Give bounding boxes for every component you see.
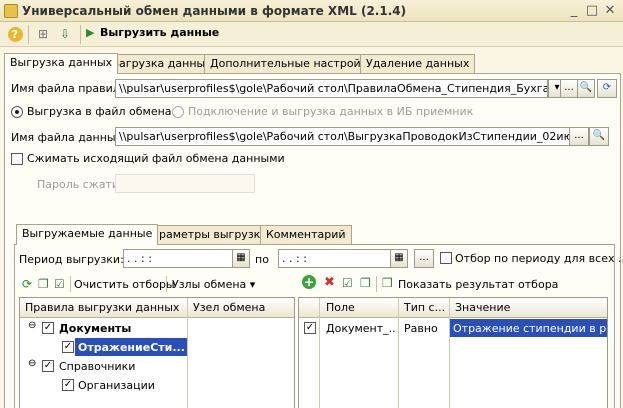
help-icon[interactable]: ? [6,25,24,43]
clear-filters-button[interactable]: Очистить отборы [74,278,175,291]
data-file-label: Имя файла данных: [11,131,126,144]
column-divider [398,298,399,318]
dropdown-arrow-icon: ▾ [249,278,256,291]
maximize-button[interactable]: □ [584,3,600,19]
filter-type-cell: Равно [404,322,438,335]
rules-file-label: Имя файла правил: [11,82,124,95]
download-icon[interactable]: ⇩ [56,25,74,43]
period-from-input[interactable]: . . : : [123,249,233,268]
catalogs-checkbox[interactable]: ✓ [42,360,54,372]
collapse-icon[interactable]: ⊖ [28,320,36,331]
subtab-comment[interactable]: Комментарий [260,225,352,244]
column-header-field[interactable]: Поле [323,298,395,317]
app-icon [4,4,18,18]
documents-checkbox[interactable]: ✓ [42,322,54,334]
tree-item-label: ОтражениеСти... [75,338,187,356]
tree-row-organizations[interactable]: ✓ Организации [20,376,187,394]
filter-field-cell: Документ_... [326,322,397,335]
tab-export[interactable]: Выгрузка данных [4,53,119,74]
rules-file-search-icon[interactable]: 🔍 [577,79,595,98]
period-label: Период выгрузки: [19,253,124,266]
grid-header: Поле Тип с... Значение [299,298,607,318]
delete-icon[interactable]: ✖ [324,275,335,290]
close-button[interactable]: ✕ [602,3,618,19]
subtab-exported-data[interactable]: Выгружаемые данные [16,224,159,245]
column-header-node[interactable]: Узел обмена [190,298,290,317]
separator [70,276,71,292]
grid-header: Правила выгрузки данных Узел обмена [20,298,294,318]
compress-checkbox[interactable] [11,153,23,165]
separator [166,276,167,292]
run-export-button[interactable]: ▶ Выгрузить данные [86,26,219,43]
window-title: Универсальный обмен данными в формате XM… [22,4,407,18]
pin-icon[interactable]: ⊞ [34,25,52,43]
filter-value-cell[interactable]: Отражение стипендии в рег... [450,319,607,337]
column-header-value[interactable]: Значение [452,298,602,317]
separator [80,25,81,44]
tree-item-label: Справочники [59,360,136,373]
compress-label: Сжимать исходящий файл обмена данными [27,152,285,165]
tree-item-label: Организации [78,379,155,392]
exchange-nodes-label: Узлы обмена [172,278,247,291]
tree-row-catalogs[interactable]: ⊖ ✓ Справочники [20,357,187,375]
column-header-rules[interactable]: Правила выгрузки данных [22,298,182,317]
check-icon[interactable]: ☑ [342,276,353,290]
run-export-label: Выгрузить данные [99,26,220,39]
collapse-icon[interactable]: ⊖ [28,358,36,369]
column-divider [187,298,188,318]
period-to-calendar-icon[interactable]: ▦ [390,249,408,268]
export-rules-grid[interactable]: Правила выгрузки данных Узел обмена ⊖ ✓ … [19,297,295,408]
data-file-browse-button[interactable]: ... [569,127,589,146]
password-input[interactable] [115,174,255,193]
separator [376,276,377,292]
organizations-checkbox[interactable]: ✓ [62,379,74,391]
show-result-icon[interactable]: ❒ [382,276,393,290]
exchange-nodes-button[interactable]: Узлы обмена ▾ [172,278,255,291]
period-filter-label: Отбор по периоду для всех ... [455,252,623,265]
export-to-file-radio[interactable] [11,106,23,118]
filter-row-checkbox[interactable]: ✓ [304,322,316,334]
export-to-ib-radio[interactable] [172,106,184,118]
tree-row-selected[interactable]: ✓ ОтражениеСти... [20,338,187,356]
play-icon: ▶ [86,26,95,39]
title-bar: Универсальный обмен данными в формате XM… [0,0,623,22]
period-filter-checkbox[interactable] [440,252,452,264]
column-divider [319,298,320,318]
data-file-input[interactable]: \\pulsar\userprofiles$\gole\Рабочий стол… [115,127,570,146]
rules-file-input[interactable]: \\pulsar\userprofiles$\gole\Рабочий стол… [115,79,548,98]
minimize-button[interactable]: _ [566,3,582,19]
tree-row-documents[interactable]: ⊖ ✓ Документы [20,319,187,337]
show-result-button[interactable]: Показать результат отбора [398,278,558,291]
period-to-label: по [255,253,269,266]
tab-delete[interactable]: Удаление данных [360,54,476,73]
export-to-ib-label: Подключение и выгрузка данных в ИБ прием… [188,105,474,118]
filter-grid[interactable]: Поле Тип с... Значение ✓ Документ_... Ра… [298,297,608,408]
data-file-search-icon[interactable]: 🔍 [589,127,609,146]
reload-rules-icon[interactable]: ⟳ [597,79,617,98]
copy-icon[interactable]: ❐ [38,277,49,291]
column-divider [187,318,188,408]
tree-item-label: Документы [59,322,132,335]
column-header-type[interactable]: Тип с... [401,298,447,317]
rules-file-browse-button[interactable]: ... [560,79,578,98]
check-all-icon[interactable]: ☑ [54,277,65,291]
export-to-file-label: Выгрузка в файл обмена [27,105,172,118]
add-icon[interactable]: + [302,275,316,289]
period-to-input[interactable]: . . : : [278,249,391,268]
tab-import[interactable]: Загрузка данных [106,54,218,73]
stipend-checkbox[interactable]: ✓ [62,341,74,353]
period-select-button[interactable]: ... [414,249,434,268]
copy-filter-icon[interactable]: ❐ [360,276,371,290]
toolbar: ? ⊞ ⇩ ▶ Выгрузить данные [0,22,623,47]
refresh-icon[interactable]: ⟳ [22,277,32,291]
separator [28,25,29,44]
period-from-calendar-icon[interactable]: ▦ [232,249,250,268]
table-row[interactable]: ✓ Документ_... Равно Отражение стипендии… [299,319,607,337]
column-divider [449,298,450,318]
tab-advanced[interactable]: Дополнительные настройки [204,54,381,73]
